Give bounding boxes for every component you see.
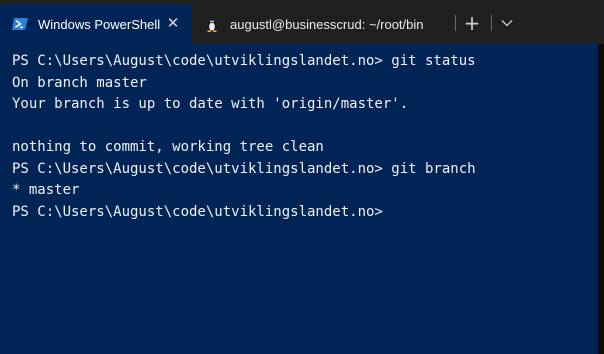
close-tab-icon[interactable]: ✕ [164,15,182,33]
linux-penguin-icon [204,16,220,32]
output-line: On branch master [12,74,147,91]
windows-terminal-window: Windows PowerShell ✕ augustl@businesscru… [0,0,604,354]
output-line: nothing to commit, working tree clean [12,139,324,155]
tab-label: augustl@businesscrud: ~/root/bin [230,16,424,32]
new-tab-button[interactable]: + [461,12,483,34]
chevron-down-icon [501,20,513,27]
blank-line [12,116,476,138]
terminal-output[interactable]: PS C:\Users\August\code\utviklingslandet… [0,44,598,354]
output-line: Your branch is up to date with 'origin/m… [12,96,409,112]
tab-windows-powershell[interactable]: Windows PowerShell ✕ [0,4,192,44]
tab-label: Windows PowerShell [38,16,161,32]
prompt-line: PS C:\Users\August\code\utviklingslandet… [12,53,476,69]
prompt-line: PS C:\Users\August\code\utviklingslandet… [12,203,383,220]
tab-bar: Windows PowerShell ✕ augustl@businesscru… [0,0,604,44]
scrollbar[interactable] [598,44,604,354]
prompt-line: PS C:\Users\August\code\utviklingslandet… [12,160,476,177]
tab-divider [455,15,456,31]
terminal-lines: PS C:\Users\August\code\utviklingslandet… [12,51,476,223]
powershell-icon [12,16,28,32]
tab-divider [491,15,492,31]
current-branch-line: * master [12,182,80,198]
tab-ssh-session[interactable]: augustl@businesscrud: ~/root/bin [194,4,462,44]
new-tab-dropdown-button[interactable] [496,13,518,33]
